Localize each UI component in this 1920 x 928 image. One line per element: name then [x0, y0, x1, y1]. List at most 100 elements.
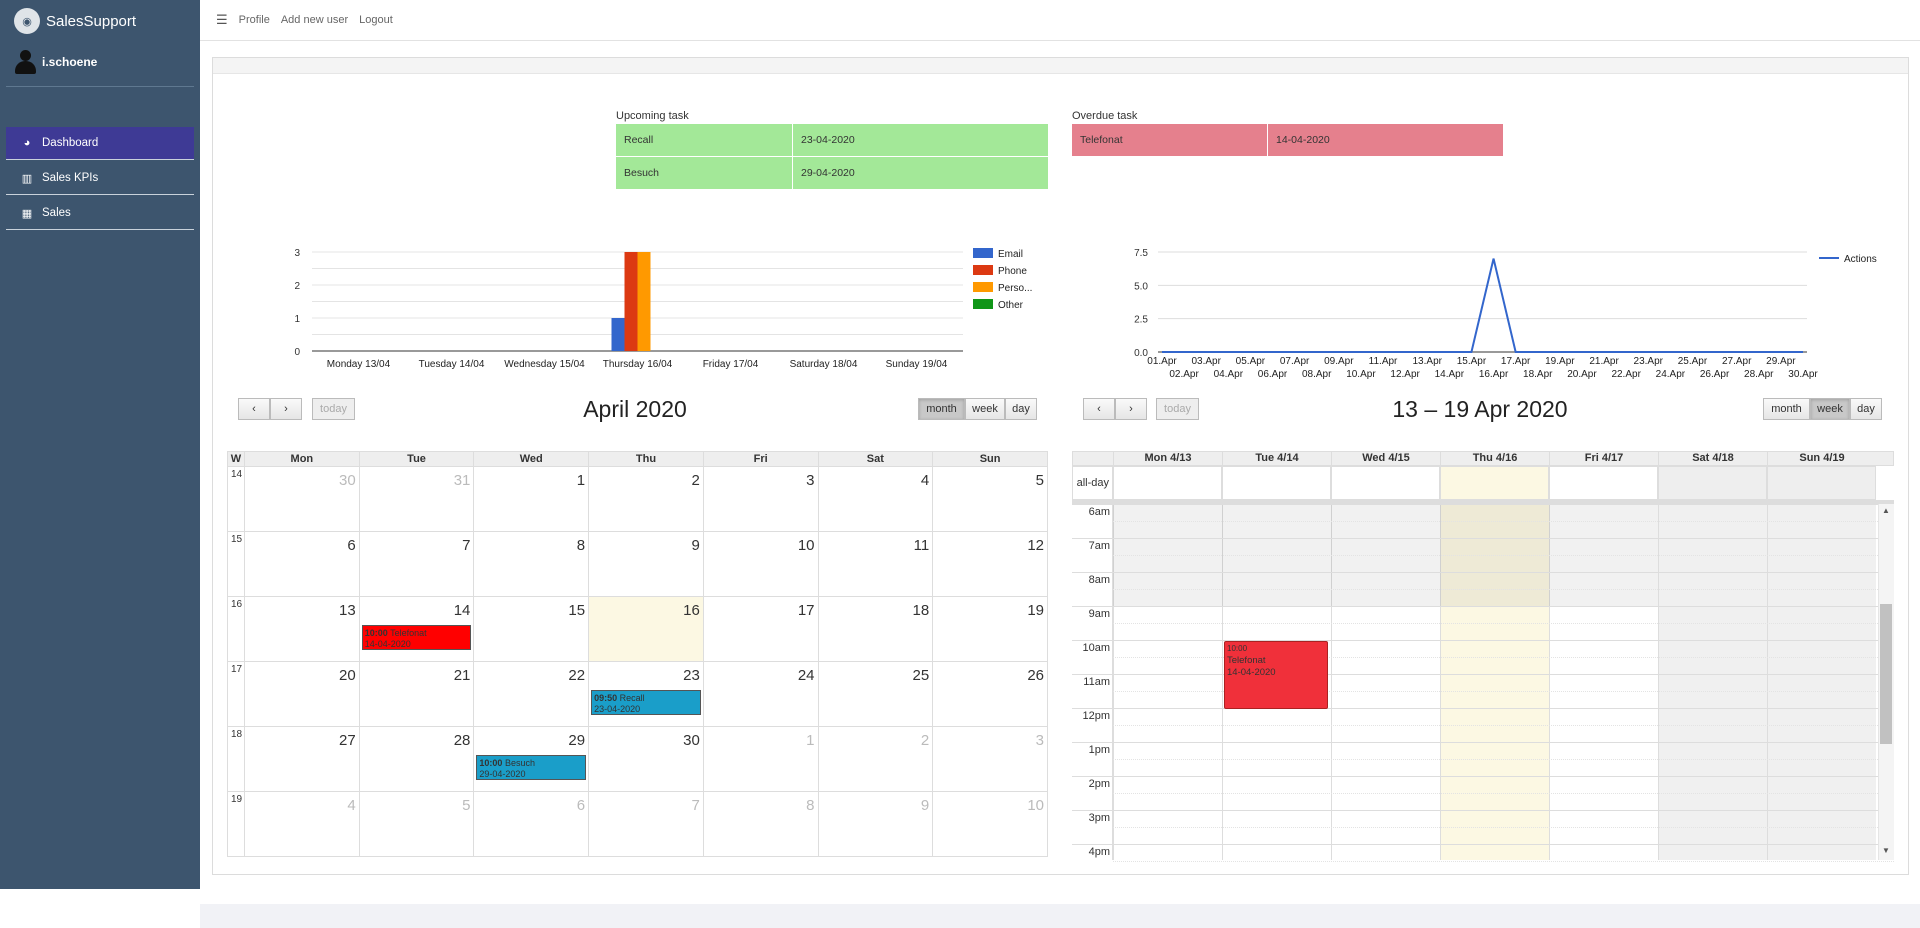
calendar-day-cell[interactable]: 28 — [358, 726, 475, 792]
topbar: ☰ Profile Add new user Logout — [200, 0, 1920, 41]
all-day-cell[interactable] — [1549, 466, 1658, 500]
calendar-day-cell[interactable]: 15 — [473, 596, 590, 662]
month-next-button[interactable]: › — [270, 398, 302, 420]
week-view-button[interactable]: week — [965, 398, 1005, 420]
user-profile[interactable]: i.schoene — [14, 50, 97, 74]
calendar-day-cell[interactable]: 19 — [932, 596, 1048, 662]
calendar-day-cell[interactable]: 13 — [244, 596, 360, 662]
x-tick-label: 17.Apr — [1501, 356, 1531, 367]
calendar-day-cell[interactable]: 1 — [473, 466, 590, 532]
profile-link[interactable]: Profile — [239, 14, 270, 26]
calendar-day-cell[interactable]: 14 10:00 Telefonat 14-04-2020 — [358, 596, 475, 662]
menu-toggle-icon[interactable]: ☰ — [216, 12, 228, 28]
calendar-day-cell[interactable]: 9 — [817, 791, 934, 857]
day-view-button[interactable]: day — [1005, 398, 1037, 420]
week-view-button[interactable]: week — [1810, 398, 1850, 420]
hour-line — [1072, 674, 1894, 675]
calendar-day-cell[interactable]: 7 — [588, 791, 704, 857]
week-today-button[interactable]: today — [1156, 398, 1199, 420]
day-number: 16 — [683, 602, 700, 619]
calendar-day-cell[interactable]: 8 — [473, 531, 590, 597]
calendar-day-cell[interactable]: 10 — [702, 531, 819, 597]
calendar-day-cell[interactable]: 10 — [932, 791, 1048, 857]
weekday-header: Sun 4/19 — [1767, 451, 1876, 466]
calendar-day-cell[interactable]: 11 — [817, 531, 934, 597]
all-day-label: all-day — [1072, 466, 1113, 500]
calendar-day-cell[interactable]: 5 — [932, 466, 1048, 532]
table-row[interactable]: Telefonat 14-04-2020 — [1071, 123, 1504, 157]
all-day-cell[interactable] — [1440, 466, 1549, 500]
month-today-button[interactable]: today — [312, 398, 355, 420]
all-day-cell[interactable] — [1113, 466, 1222, 500]
calendar-day-cell[interactable]: 30 — [588, 726, 704, 792]
calendar-day-cell[interactable]: 8 — [702, 791, 819, 857]
calendar-day-cell[interactable]: 12 — [932, 531, 1048, 597]
calendar-event[interactable]: 09:50 Recall 23-04-2020 — [591, 690, 701, 715]
week-next-button[interactable]: › — [1115, 398, 1147, 420]
table-row[interactable]: Recall 23-04-2020 — [615, 123, 1049, 157]
scroll-down-icon[interactable]: ▼ — [1879, 846, 1893, 855]
hour-line — [1072, 538, 1894, 539]
calendar-day-cell[interactable]: 24 — [702, 661, 819, 727]
x-tick-label: 19.Apr — [1545, 356, 1575, 367]
month-view-button[interactable]: month — [918, 398, 965, 420]
brand[interactable]: ◉ SalesSupport — [14, 8, 136, 34]
calendar-day-cell[interactable]: 3 — [932, 726, 1048, 792]
all-day-cell[interactable] — [1658, 466, 1767, 500]
day-column[interactable] — [1767, 504, 1876, 860]
logout-link[interactable]: Logout — [359, 14, 393, 26]
week-prev-button[interactable]: ‹ — [1083, 398, 1115, 420]
scrollbar-thumb[interactable] — [1880, 604, 1892, 744]
calendar-day-cell[interactable]: 6 — [473, 791, 590, 857]
calendar-day-cell[interactable]: 30 — [244, 466, 360, 532]
scroll-up-icon[interactable]: ▲ — [1879, 506, 1893, 515]
brand-name: SalesSupport — [46, 12, 137, 30]
calendar-day-cell[interactable]: 1 — [702, 726, 819, 792]
overdue-task-table: Telefonat 14-04-2020 — [1071, 123, 1504, 157]
calendar-day-cell[interactable]: 2 — [817, 726, 934, 792]
calendar-day-cell[interactable]: 4 — [244, 791, 360, 857]
all-day-cell[interactable] — [1331, 466, 1440, 500]
calendar-day-cell[interactable]: 7 — [358, 531, 475, 597]
day-view-button[interactable]: day — [1850, 398, 1882, 420]
sidebar-item-sales[interactable]: ▦ Sales — [6, 197, 194, 230]
calendar-day-cell[interactable]: 4 — [817, 466, 934, 532]
calendar-day-cell[interactable]: 6 — [244, 531, 360, 597]
legend-label: Actions — [1844, 254, 1877, 265]
legend-label: Phone — [998, 266, 1027, 277]
calendar-day-cell[interactable]: 17 — [702, 596, 819, 662]
x-tick-label: Friday 17/04 — [703, 359, 759, 370]
calendar-day-cell[interactable]: 31 — [358, 466, 475, 532]
day-column[interactable] — [1658, 504, 1767, 860]
calendar-day-cell[interactable]: 26 — [932, 661, 1048, 727]
calendar-event[interactable]: 10:00 Telefonat 14-04-2020 — [361, 625, 472, 650]
calendar-day-cell[interactable]: 3 — [702, 466, 819, 532]
x-tick-label: 27.Apr — [1722, 356, 1752, 367]
calendar-day-cell[interactable]: 5 — [358, 791, 475, 857]
calendar-day-cell[interactable]: 21 — [358, 661, 475, 727]
event-time: 10:00 — [479, 758, 503, 768]
day-number: 5 — [462, 797, 471, 814]
sidebar-item-dashboard[interactable]: ◕ Dashboard — [6, 127, 194, 160]
calendar-day-cell[interactable]: 18 — [817, 596, 934, 662]
add-user-link[interactable]: Add new user — [281, 14, 348, 26]
month-prev-button[interactable]: ‹ — [238, 398, 270, 420]
calendar-day-cell[interactable]: 29 10:00 Besuch 29-04-2020 — [473, 726, 590, 792]
calendar-day-cell[interactable]: 20 — [244, 661, 360, 727]
sidebar-item-sales-kpis[interactable]: ▥ Sales KPIs — [6, 162, 194, 195]
calendar-day-cell[interactable]: 23 09:50 Recall 23-04-2020 — [588, 661, 704, 727]
all-day-cell[interactable] — [1222, 466, 1331, 500]
calendar-event[interactable]: 10:00 Telefonat 14-04-2020 — [1224, 641, 1328, 709]
calendar-day-cell[interactable]: 27 — [244, 726, 360, 792]
all-day-cell[interactable] — [1767, 466, 1876, 500]
weekday-header: Wed 4/15 — [1331, 451, 1440, 466]
calendar-event[interactable]: 10:00 Besuch 29-04-2020 — [476, 755, 587, 780]
month-view-button[interactable]: month — [1763, 398, 1810, 420]
day-number: 11 — [913, 537, 930, 554]
calendar-day-cell[interactable]: 9 — [588, 531, 704, 597]
calendar-day-cell[interactable]: 2 — [588, 466, 704, 532]
calendar-day-cell[interactable]: 22 — [473, 661, 590, 727]
calendar-day-cell[interactable]: 16 — [588, 596, 704, 662]
table-row[interactable]: Besuch 29-04-2020 — [615, 156, 1049, 190]
calendar-day-cell[interactable]: 25 — [817, 661, 934, 727]
